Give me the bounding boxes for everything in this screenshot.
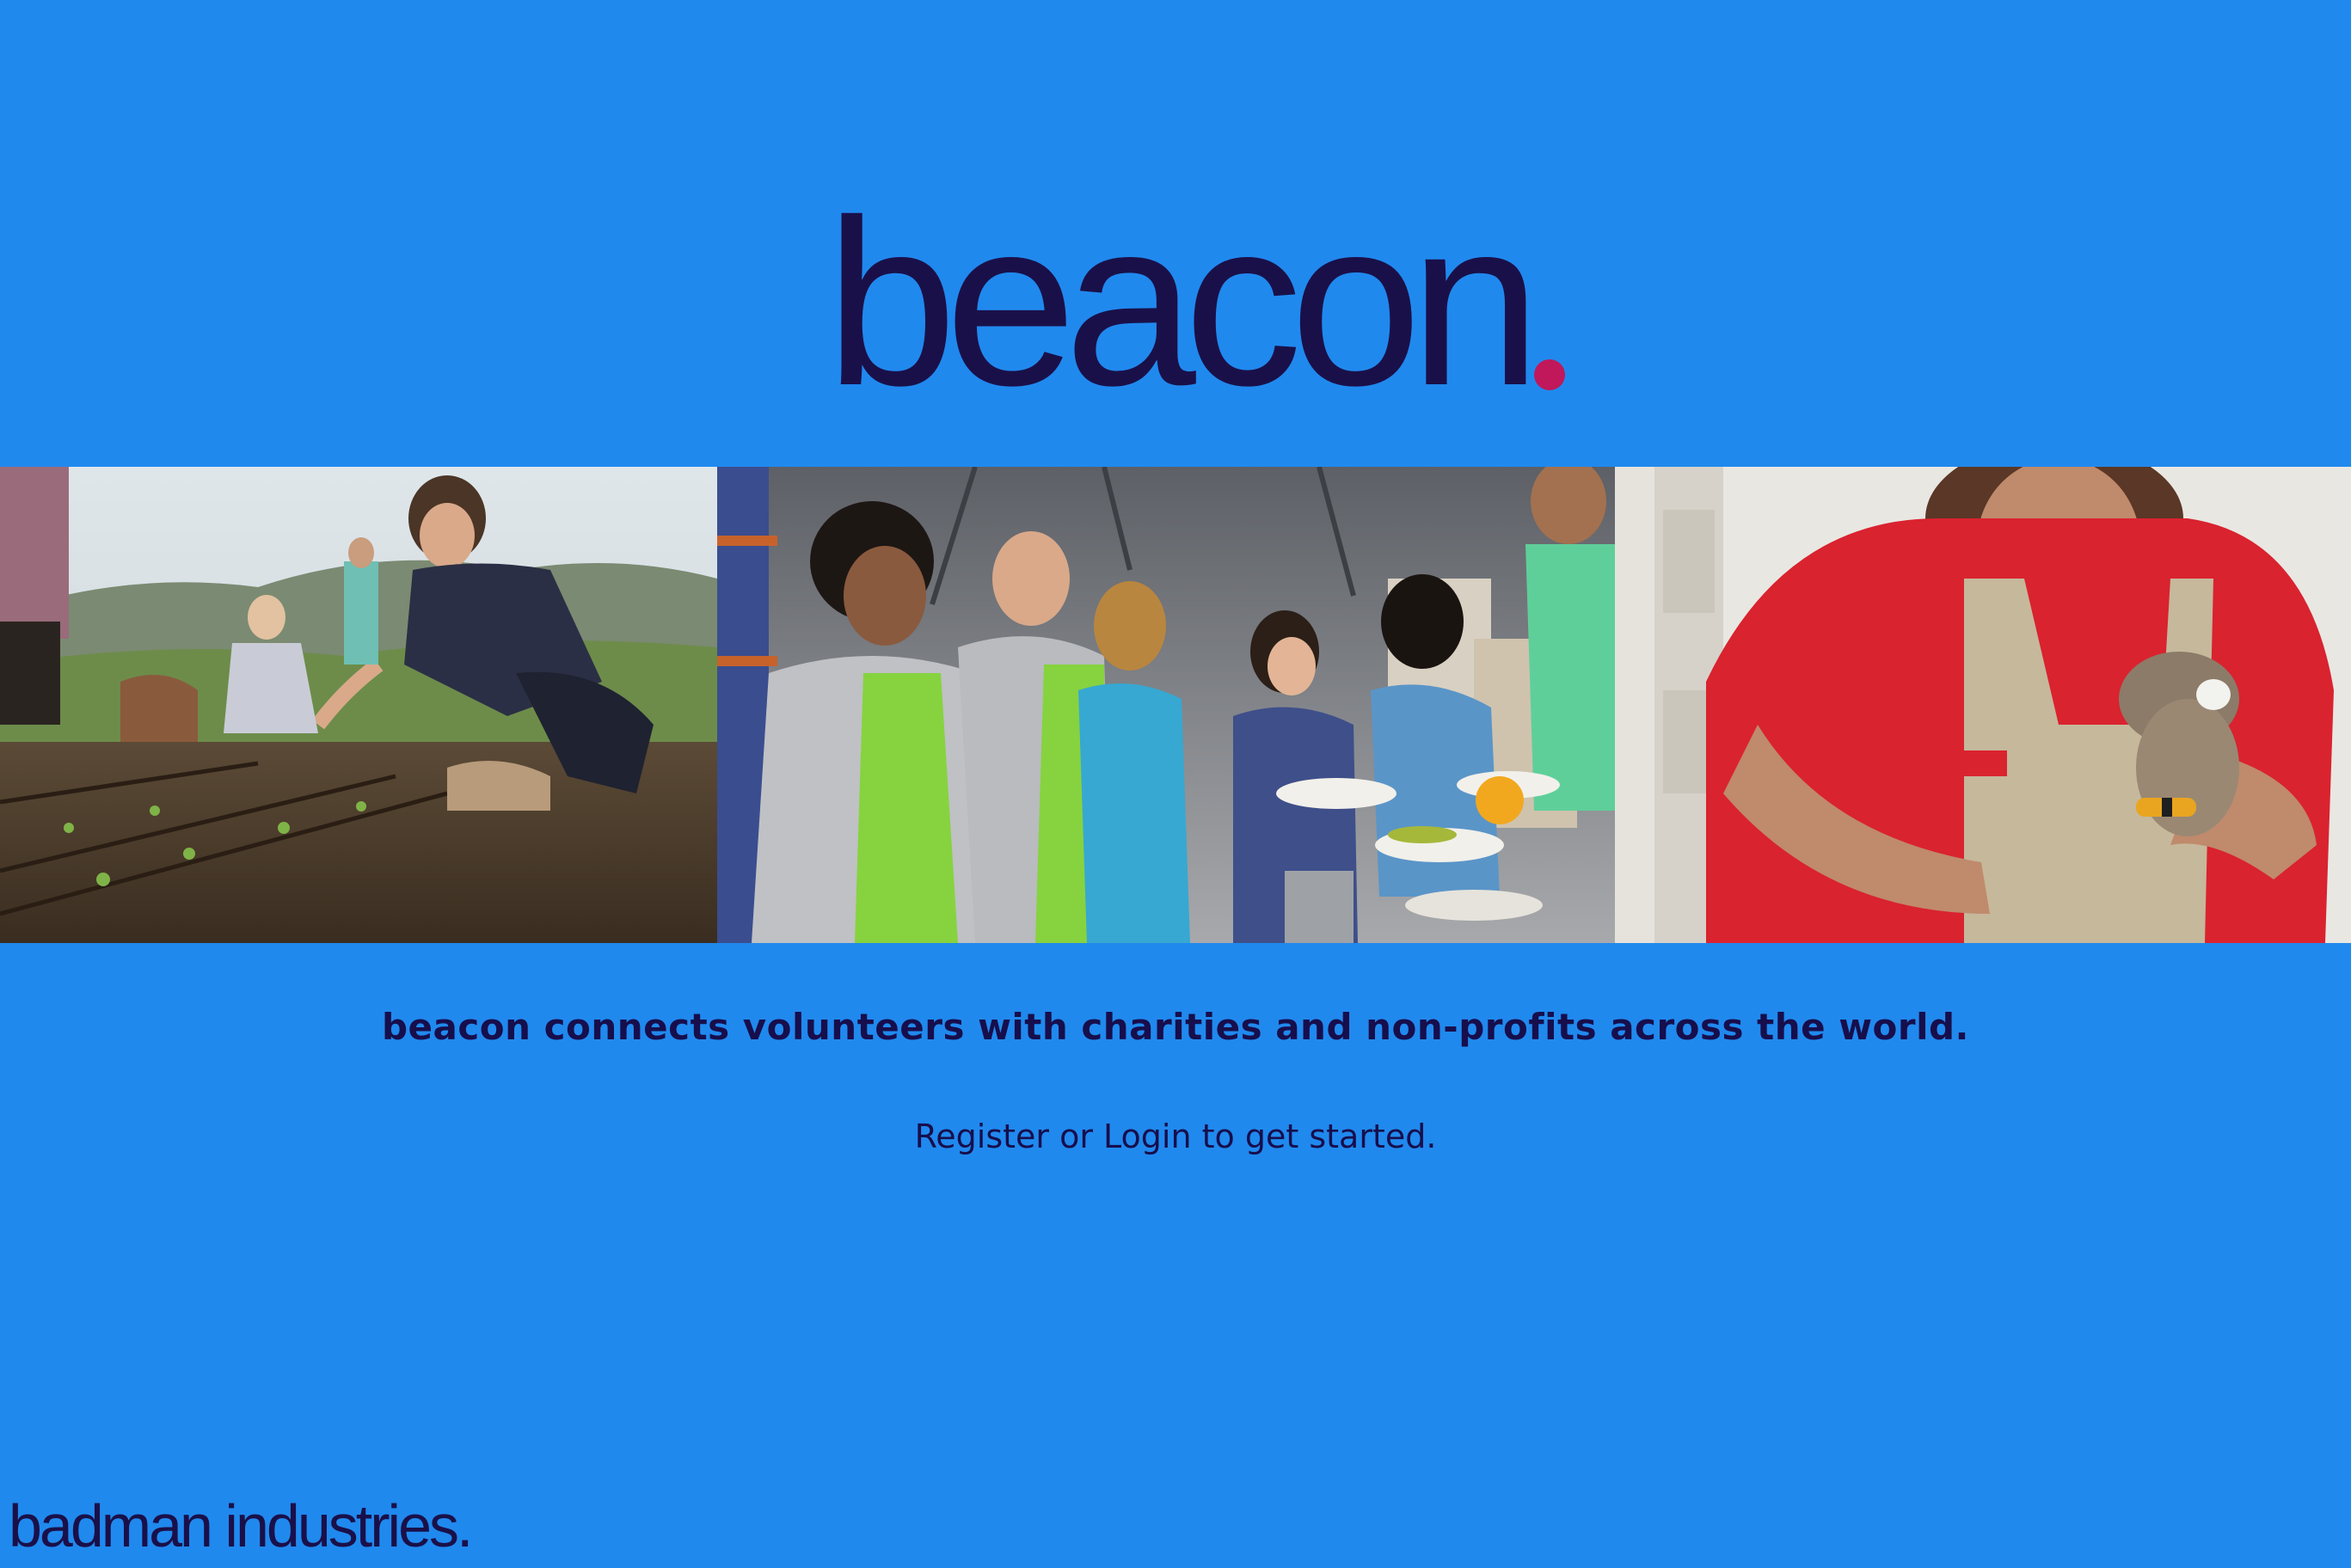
photo-divider <box>1615 467 1654 943</box>
landing-page: beacon beacon connects volunteers with c… <box>0 0 2351 1568</box>
tagline: beacon connects volunteers with charitie… <box>381 1006 1970 1048</box>
photo-strip <box>0 467 2351 943</box>
register-link[interactable]: Register <box>915 1118 1049 1155</box>
animal-shelter-volunteer-photo <box>1654 467 2351 943</box>
beacon-logo: beacon <box>826 163 1566 435</box>
login-link[interactable]: Login <box>1103 1118 1192 1155</box>
logo-dot <box>1534 359 1566 390</box>
gardening-volunteers-photo <box>0 467 717 943</box>
cta-suffix-text: to get started. <box>1191 1118 1437 1155</box>
call-to-action: Register or Login to get started. <box>0 1118 2351 1155</box>
cta-or-text: or <box>1049 1118 1104 1155</box>
footer-company-logo: badman industries. <box>9 1492 473 1559</box>
logo-wordmark: beacon <box>826 171 1541 435</box>
food-serving-volunteers-photo <box>717 467 1615 943</box>
